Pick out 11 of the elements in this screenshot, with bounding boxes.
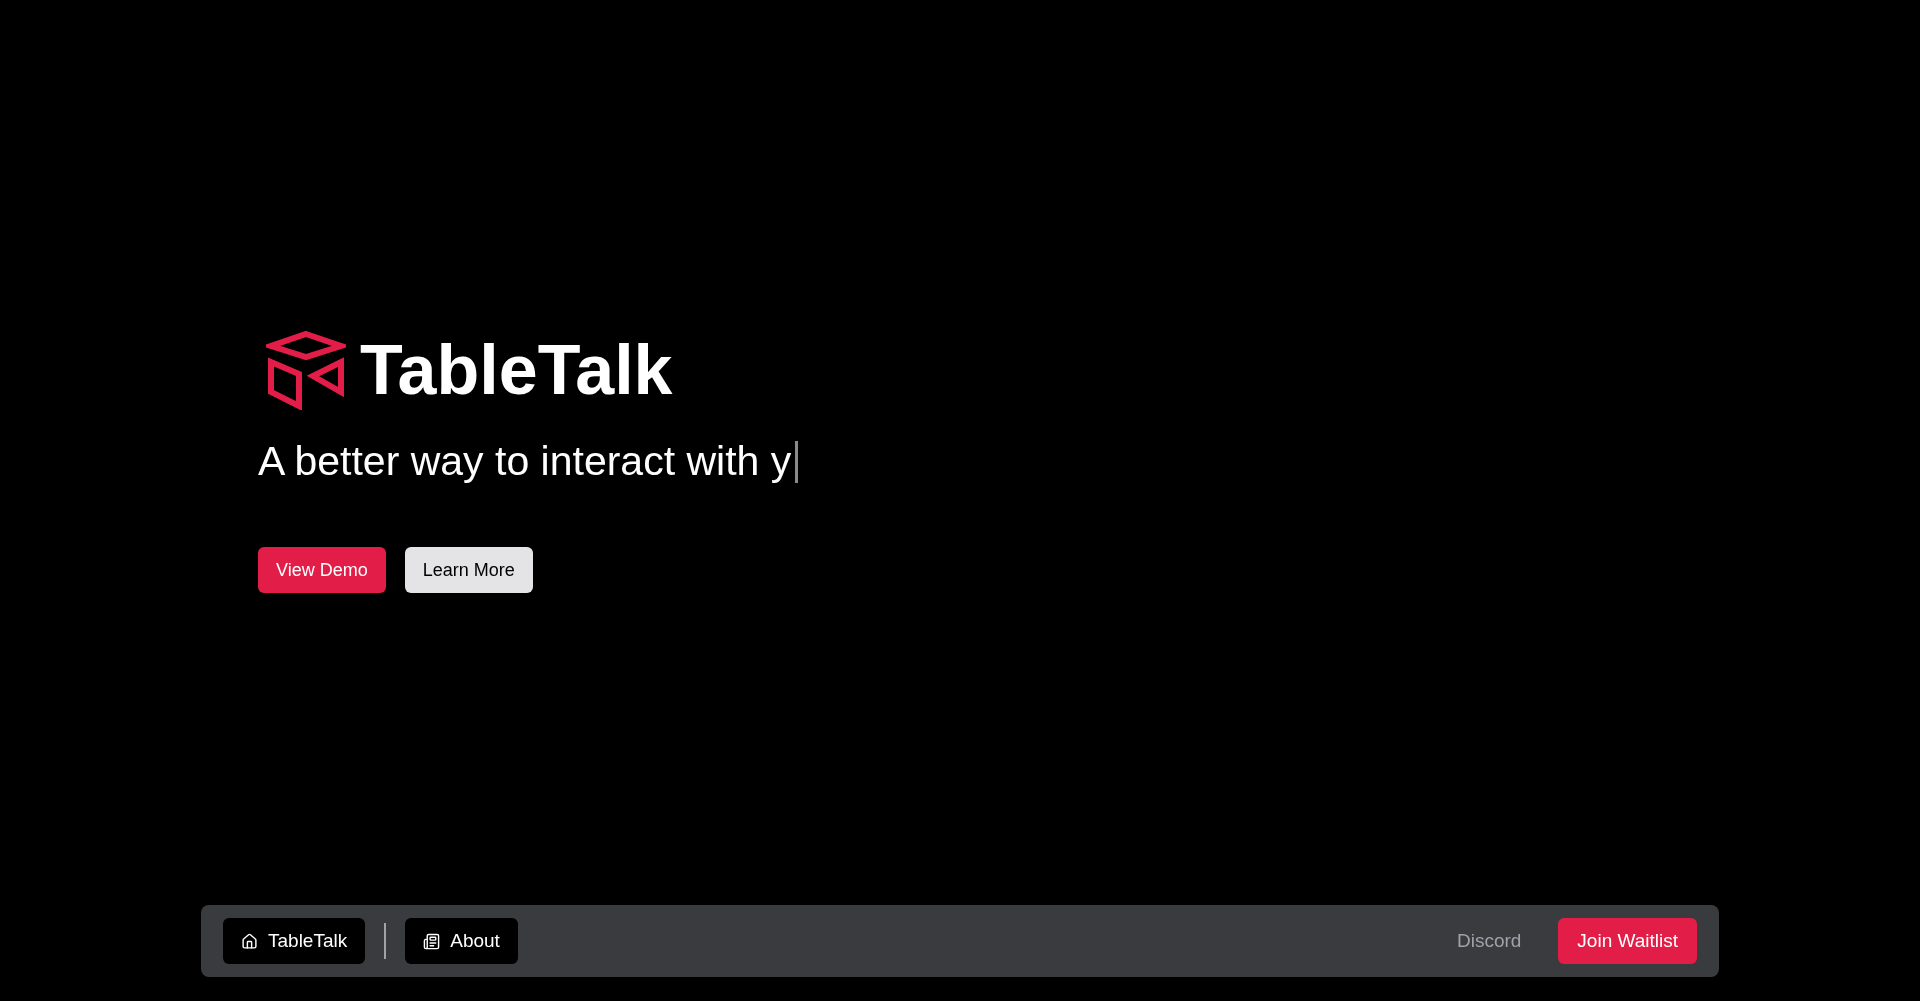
discord-link[interactable]: Discord (1437, 918, 1541, 964)
learn-more-button[interactable]: Learn More (404, 547, 533, 593)
newspaper-icon (423, 932, 441, 950)
home-icon (241, 932, 258, 950)
tagline: A better way to interact with y (258, 438, 792, 485)
cube-logo-icon (266, 330, 346, 410)
join-waitlist-button[interactable]: Join Waitlist (1558, 918, 1697, 964)
nav-button[interactable]: TableTalk (223, 918, 366, 964)
nav-button[interactable]: About (405, 918, 518, 964)
demo-button[interactable]: View Demo (258, 547, 386, 593)
brand-title: TableTalk (360, 335, 673, 405)
